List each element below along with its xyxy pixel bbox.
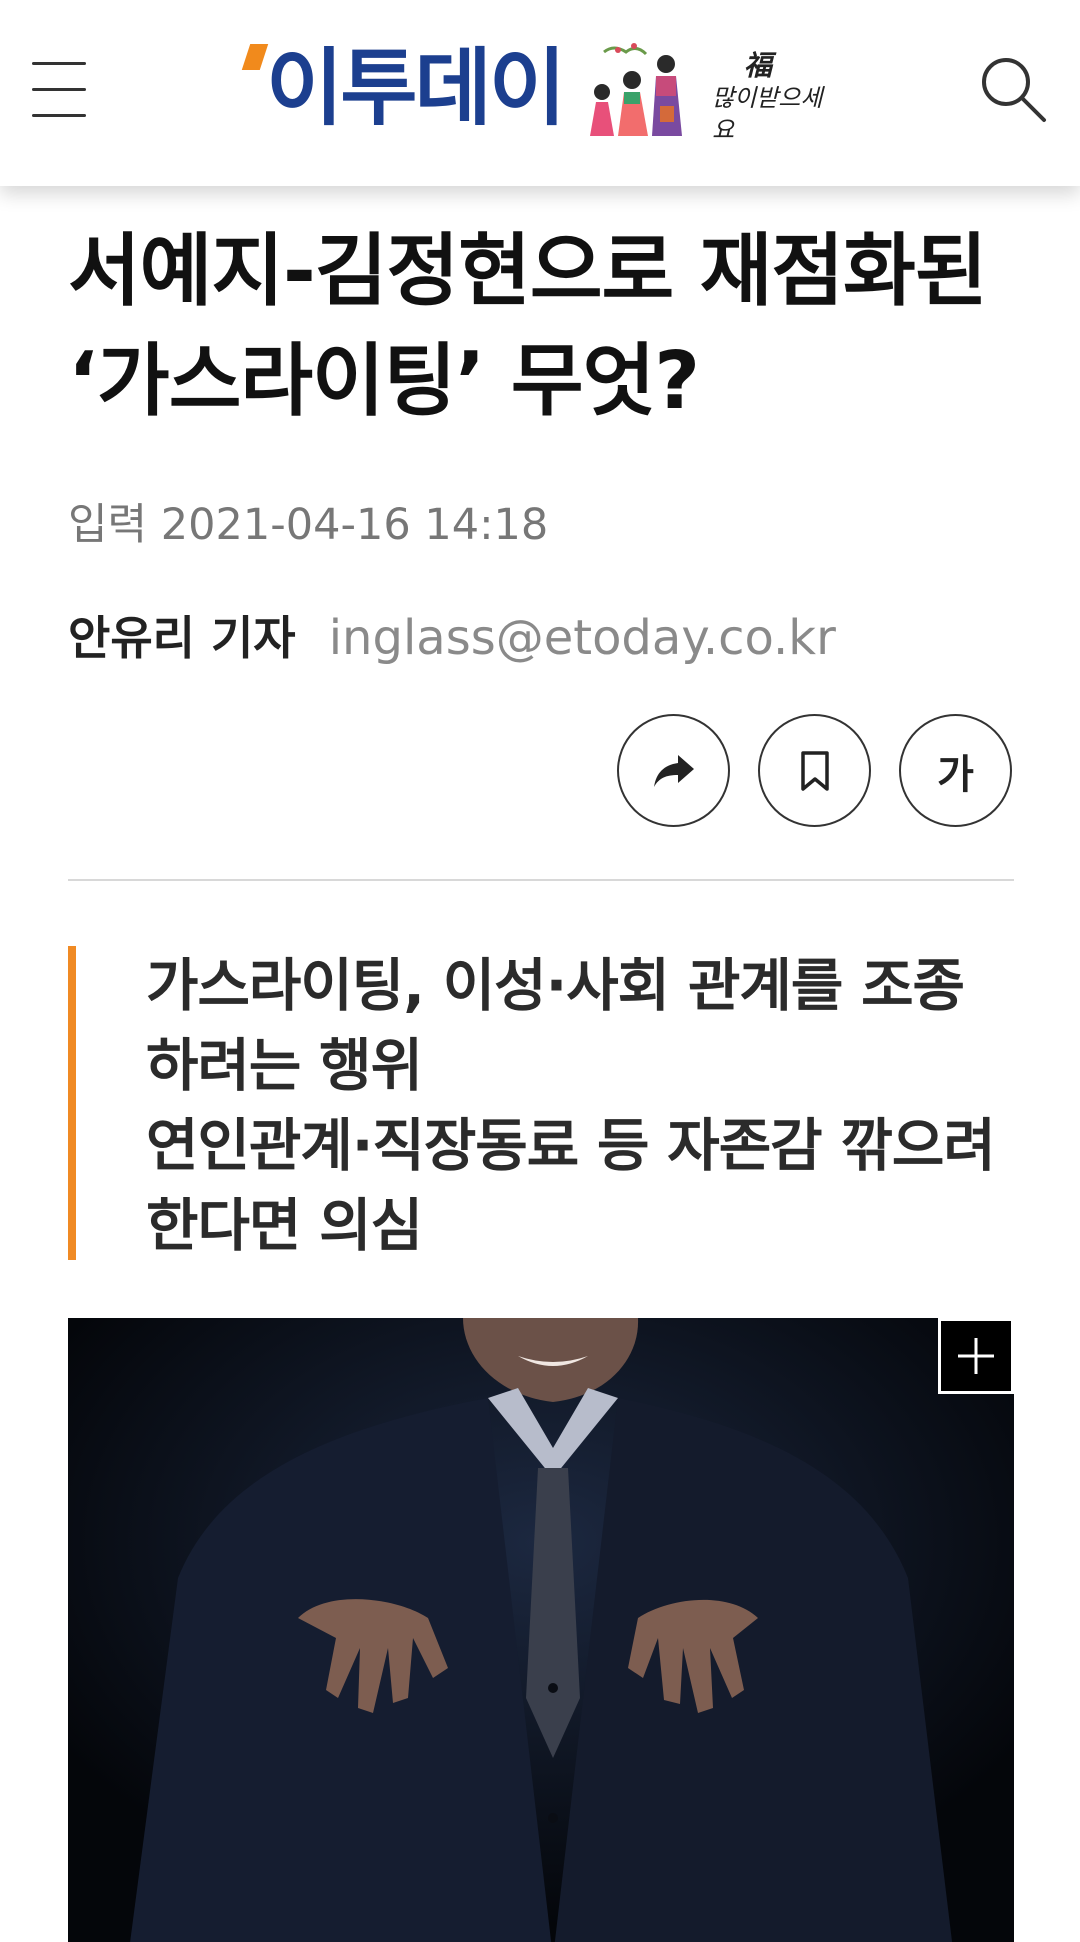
subhead-line-2: 연인관계·직장동료 등 자존감 깎으려 한다면 의심 bbox=[146, 1113, 996, 1259]
share-button[interactable] bbox=[617, 714, 730, 827]
article-title: 서예지-김정현으로 재점화된 ‘가스라이팅’ 무엇? bbox=[68, 225, 987, 427]
new-year-illustration-icon bbox=[590, 43, 682, 136]
publish-date: 입력 2021-04-16 14:18 bbox=[68, 500, 549, 550]
logo-slogan-top: 福 bbox=[744, 49, 773, 82]
subhead-line-1: 가스라이팅, 이성·사회 관계를 조종하려는 행위 bbox=[146, 953, 965, 1099]
hamburger-icon[interactable] bbox=[30, 60, 90, 120]
site-logo[interactable]: 이투데이 福 많이받으세요 bbox=[241, 36, 836, 146]
photo-illustration bbox=[68, 1318, 1014, 1942]
font-size-label: 가 bbox=[937, 751, 974, 798]
site-header: 이투데이 福 많이받으세요 bbox=[0, 0, 1080, 186]
search-icon[interactable] bbox=[976, 52, 1048, 124]
bookmark-button[interactable] bbox=[758, 714, 871, 827]
logo-accent-mark bbox=[241, 44, 269, 70]
byline: 안유리 기자 inglass@etoday.co.kr bbox=[68, 602, 836, 672]
reporter-email[interactable]: inglass@etoday.co.kr bbox=[329, 610, 836, 666]
logo-slogan: 福 많이받으세요 bbox=[712, 50, 836, 146]
article-actions: 가 bbox=[617, 714, 1012, 827]
photo-expand-button[interactable] bbox=[938, 1318, 1014, 1394]
article-photo[interactable] bbox=[68, 1318, 1014, 1942]
plus-icon bbox=[958, 1338, 994, 1374]
reporter-name[interactable]: 안유리 기자 bbox=[68, 602, 310, 672]
divider bbox=[68, 879, 1014, 881]
logo-text: 이투데이 bbox=[266, 39, 566, 137]
article-subheading: 가스라이팅, 이성·사회 관계를 조종하려는 행위 연인관계·직장동료 등 자존… bbox=[68, 946, 1014, 1260]
bookmark-icon bbox=[800, 750, 829, 791]
font-size-button[interactable]: 가 bbox=[899, 714, 1012, 827]
share-icon bbox=[653, 754, 694, 787]
logo-slogan-bottom: 많이받으세요 bbox=[712, 84, 823, 144]
